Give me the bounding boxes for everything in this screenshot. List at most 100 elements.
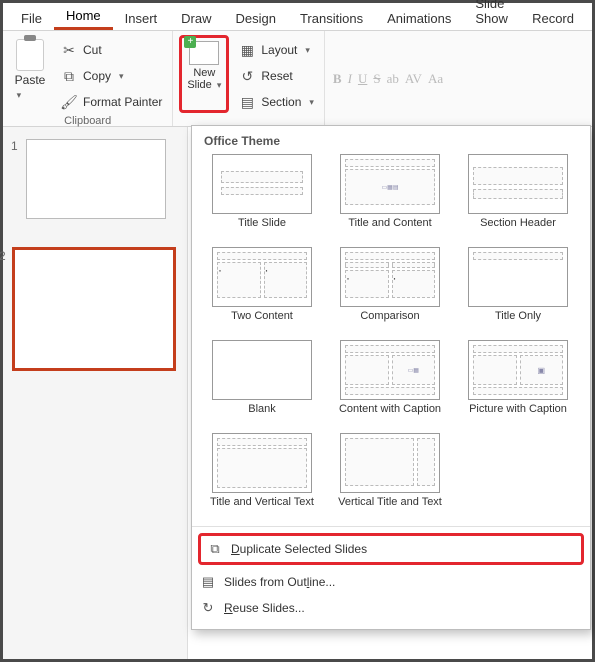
layout-thumb: ·· — [340, 247, 440, 307]
layout-comparison[interactable]: ·· Comparison — [330, 247, 450, 334]
tab-slideshow[interactable]: Slide Show — [463, 0, 520, 30]
layout-thumb: ▭▦▤ — [340, 154, 440, 214]
paste-button[interactable]: Paste ▾ — [9, 35, 51, 113]
section-label: Section — [261, 95, 301, 109]
reset-button[interactable]: ↺ Reset — [235, 65, 318, 87]
group-clipboard: Paste ▾ ✂ Cut ⧉ Copy ▾ 🖌 Format Painter Clip… — [3, 31, 173, 126]
tab-file[interactable]: File — [9, 7, 54, 30]
layout-picture-with-caption[interactable]: ▣ Picture with Caption — [458, 340, 578, 427]
new-slide-button[interactable]: New Slide ▾ — [183, 39, 225, 91]
cut-label: Cut — [83, 43, 102, 57]
tab-insert[interactable]: Insert — [113, 7, 170, 30]
tab-transitions[interactable]: Transitions — [288, 7, 375, 30]
new-slide-icon — [189, 41, 219, 65]
layout-label: Blank — [248, 403, 276, 427]
layout-thumb: ·· — [212, 247, 312, 307]
tab-design[interactable]: Design — [224, 7, 288, 30]
annotation-highlight: ⧉ Duplicate Selected Slides — [198, 533, 584, 565]
slide-thumbnail-2[interactable] — [14, 249, 174, 369]
cut-button[interactable]: ✂ Cut — [57, 39, 166, 61]
duplicate-icon: ⧉ — [207, 541, 223, 557]
clipboard-icon — [16, 39, 44, 71]
italic-button[interactable]: I — [348, 71, 352, 87]
group-label-clipboard: Clipboard — [9, 115, 166, 127]
menu-label: Duplicate Selected Slides — [231, 542, 367, 556]
layout-title-and-content[interactable]: ▭▦▤ Title and Content — [330, 154, 450, 241]
copy-label: Copy — [83, 69, 111, 83]
layout-label: Layout — [261, 43, 297, 57]
scissors-icon: ✂ — [61, 42, 77, 58]
chevron-down-icon: ▾ — [119, 71, 124, 82]
bold-button[interactable]: B — [333, 71, 342, 87]
layout-two-content[interactable]: ·· Two Content — [202, 247, 322, 334]
chevron-down-icon: ▾ — [17, 90, 22, 100]
layout-thumb — [340, 433, 440, 493]
layout-thumb — [212, 433, 312, 493]
tab-animations[interactable]: Animations — [375, 7, 463, 30]
layout-blank[interactable]: Blank — [202, 340, 322, 427]
change-case-button[interactable]: Aa — [428, 71, 443, 87]
new-slide-gallery: Office Theme Title Slide ▭▦▤ Title and C… — [191, 125, 591, 630]
layout-vertical-title-and-text[interactable]: Vertical Title and Text — [330, 433, 450, 520]
new-slide-label: New Slide — [187, 67, 215, 91]
reuse-slides[interactable]: ↻ Reuse Slides... — [194, 595, 588, 621]
group-font: B I U S ab AV Aa — [325, 31, 451, 126]
paintbrush-icon: 🖌 — [61, 94, 77, 110]
copy-icon: ⧉ — [61, 68, 77, 84]
layout-label: Title Slide — [238, 217, 286, 241]
format-painter-button[interactable]: 🖌 Format Painter — [57, 91, 166, 113]
duplicate-selected-slides[interactable]: ⧉ Duplicate Selected Slides — [201, 536, 581, 562]
copy-button[interactable]: ⧉ Copy ▾ — [57, 65, 166, 87]
layout-icon: ▦ — [239, 42, 255, 58]
reset-icon: ↺ — [239, 68, 255, 84]
layout-thumb — [212, 154, 312, 214]
underline-button[interactable]: U — [358, 71, 367, 87]
group-slides: New Slide ▾ ▦ Layout ▾ ↺ Reset ▤ Section ▾ — [173, 31, 325, 126]
layout-label: Content with Caption — [339, 403, 441, 427]
layout-title-slide[interactable]: Title Slide — [202, 154, 322, 241]
gallery-heading: Office Theme — [204, 134, 580, 148]
strikethrough-button[interactable]: S — [373, 71, 380, 87]
slide-thumbnail-pane: 1 2 — [3, 127, 188, 659]
annotation-highlight: New Slide ▾ — [179, 35, 229, 113]
menu-label: Reuse Slides... — [224, 601, 305, 615]
layout-title-only[interactable]: Title Only — [458, 247, 578, 334]
layout-button[interactable]: ▦ Layout ▾ — [235, 39, 318, 61]
tab-draw[interactable]: Draw — [169, 7, 223, 30]
layout-label: Two Content — [231, 310, 293, 334]
slide-thumbnail-1[interactable] — [26, 139, 166, 219]
shadow-button[interactable]: ab — [387, 71, 399, 87]
layout-label: Title and Content — [348, 217, 431, 241]
outline-icon: ▤ — [200, 574, 216, 590]
layout-thumb — [212, 340, 312, 400]
paste-label: Paste — [15, 73, 46, 87]
ribbon: Paste ▾ ✂ Cut ⧉ Copy ▾ 🖌 Format Painter Clip… — [3, 31, 592, 127]
reset-label: Reset — [261, 69, 292, 83]
chevron-down-icon: ▾ — [305, 45, 310, 56]
layout-label: Comparison — [360, 310, 419, 334]
chevron-down-icon: ▾ — [309, 97, 314, 108]
layout-section-header[interactable]: Section Header — [458, 154, 578, 241]
slide-number: 2 — [0, 249, 11, 263]
section-icon: ▤ — [239, 94, 255, 110]
menu-label: Slides from Outline... — [224, 575, 335, 589]
layout-content-with-caption[interactable]: ▭▦ Content with Caption — [330, 340, 450, 427]
format-painter-label: Format Painter — [83, 95, 162, 109]
reuse-icon: ↻ — [200, 600, 216, 616]
chevron-down-icon: ▾ — [217, 80, 222, 90]
layout-label: Section Header — [480, 217, 556, 241]
tab-home[interactable]: Home — [54, 4, 113, 30]
layout-title-and-vertical-text[interactable]: Title and Vertical Text — [202, 433, 322, 520]
ribbon-tabs: File Home Insert Draw Design Transitions… — [3, 3, 592, 31]
layout-thumb: ▭▦ — [340, 340, 440, 400]
layout-label: Vertical Title and Text — [338, 496, 442, 520]
layout-thumb — [468, 154, 568, 214]
slide-number: 1 — [11, 139, 23, 153]
tab-record[interactable]: Record — [520, 7, 586, 30]
section-button[interactable]: ▤ Section ▾ — [235, 91, 318, 113]
slides-from-outline[interactable]: ▤ Slides from Outline... — [194, 569, 588, 595]
layout-label: Title Only — [495, 310, 541, 334]
char-spacing-button[interactable]: AV — [405, 71, 422, 87]
layout-thumb: ▣ — [468, 340, 568, 400]
layout-label: Picture with Caption — [469, 403, 567, 427]
